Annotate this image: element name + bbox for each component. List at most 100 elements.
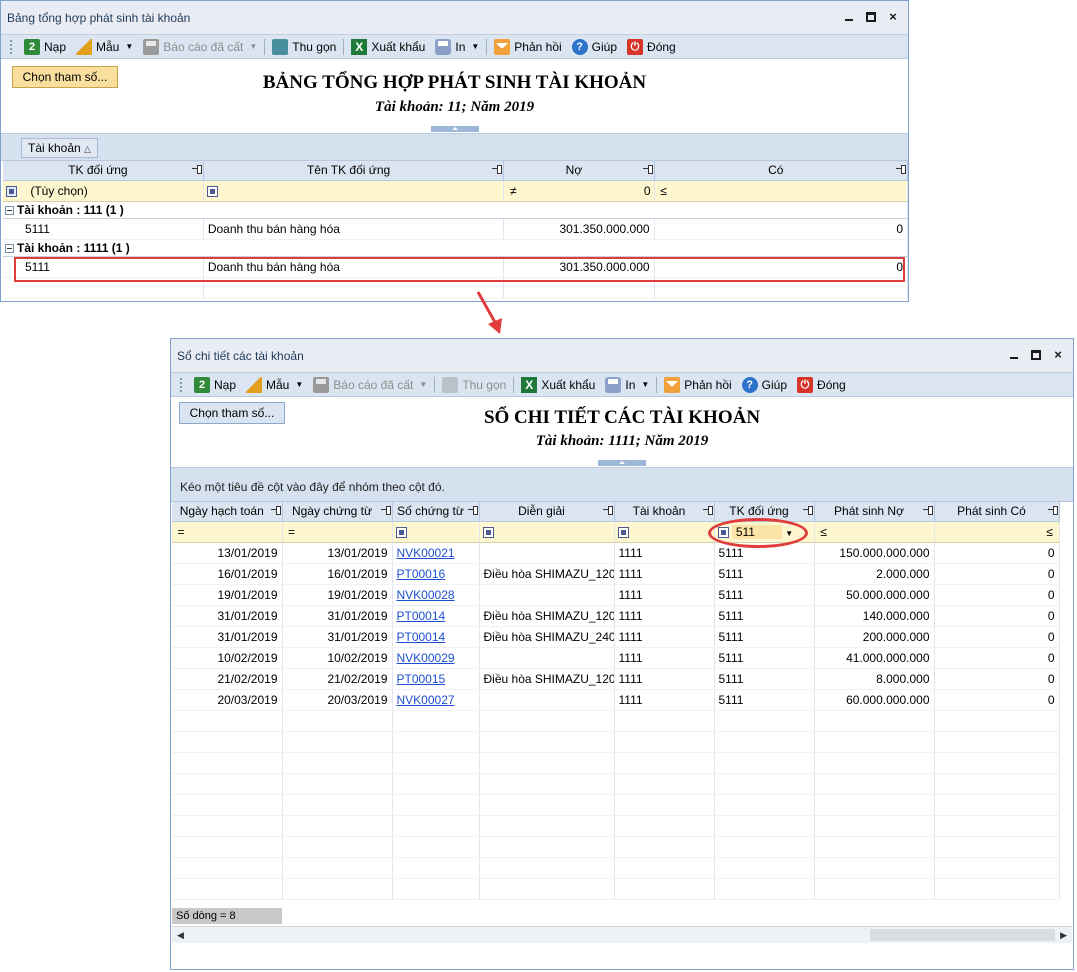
cell-tk: 1111 [614,626,715,648]
col-header-tai-khoan[interactable]: Tài khoản [614,502,715,522]
saved-reports-button[interactable]: Báo cáo đã cất ▼ [138,36,262,58]
empty-row [172,752,1060,774]
voucher-link[interactable]: NVK00029 [397,651,455,665]
window-title: Bảng tổng hợp phát sinh tài khoản [7,10,191,25]
pin-icon[interactable] [802,506,813,515]
voucher-link[interactable]: NVK00027 [397,693,455,707]
col-header-tk-doi-ung[interactable]: TK đối ứng [3,161,204,181]
template-button[interactable]: Mẫu ▼ [71,36,138,58]
col-header-ten-tk[interactable]: Tên TK đối ứng [203,161,505,181]
pin-icon[interactable] [270,506,281,515]
cell-ngay-ct: 31/01/2019 [282,605,393,627]
pin-icon[interactable] [191,165,202,174]
group-row[interactable]: Tài khoản : 111 (1 ) [3,201,908,219]
col-header-phat-sinh-no[interactable]: Phát sinh Nợ [814,502,935,522]
toolbar-grip[interactable] [179,376,183,393]
table-row[interactable]: 10/02/2019 10/02/2019 NVK00029 1111 5111 41.0… [172,647,1060,669]
print-button[interactable]: In ▼ [430,36,484,58]
collapse-button[interactable]: Thu gọn [267,36,341,58]
cell-tk-du: 5111 [714,563,815,585]
pin-icon[interactable] [602,506,613,515]
col-header-dien-giai[interactable]: Diễn giải [479,502,615,522]
reload-button[interactable]: 2 Nạp [189,374,241,396]
filter-ngay-chung-tu[interactable]: = [282,521,393,543]
minimize-button[interactable] [1007,348,1021,362]
feedback-button[interactable]: Phản hồi [489,36,566,58]
pin-icon[interactable] [467,506,478,515]
help-button[interactable]: ? Giúp [737,374,792,396]
horizontal-scrollbar[interactable]: ◀ ▶ [172,926,1072,943]
saved-reports-button[interactable]: Báo cáo đã cất ▼ [308,374,432,396]
reload-button[interactable]: 2 Nạp [19,36,71,58]
group-chip-account[interactable]: Tài khoản △ [21,138,98,158]
filter-ngay-hach-toan[interactable]: = [172,521,283,543]
export-button[interactable]: X Xuất khẩu [516,374,600,396]
close-window-button[interactable]: × [886,10,900,24]
collapse-group-icon[interactable] [5,205,14,215]
cell-so-ct: NVK00029 [392,647,480,669]
filter-tk-doi-ung[interactable]: (Tùy chọn) [3,180,204,202]
col-header-so-chung-tu[interactable]: Số chứng từ [392,502,480,522]
toolbar-grip[interactable] [9,38,13,55]
feedback-button[interactable]: Phản hồi [659,374,736,396]
filter-co[interactable]: ≤ [654,180,909,202]
minimize-button[interactable] [842,10,856,24]
filter-no[interactable]: ≠ 0 [503,180,655,202]
table-row[interactable]: 13/01/2019 13/01/2019 NVK00021 1111 5111 150.… [172,542,1060,564]
col-header-no[interactable]: Nợ [503,161,655,181]
close-button[interactable]: ⏻ Đóng [622,36,681,58]
refresh-icon: 2 [24,38,40,55]
voucher-link[interactable]: PT00016 [397,567,446,581]
splitter-handle[interactable] [430,126,479,132]
pin-icon[interactable] [922,506,933,515]
voucher-link[interactable]: NVK00028 [397,588,455,602]
table-row[interactable]: 19/01/2019 19/01/2019 NVK00028 1111 5111 50.0… [172,584,1060,606]
pin-icon[interactable] [492,165,503,174]
table-row[interactable]: 16/01/2019 16/01/2019 PT00016 Điều hòa SHIM… [172,563,1060,585]
cell-ngay-ct: 20/03/2019 [282,689,393,711]
filter-ten-tk[interactable] [203,180,505,202]
pin-icon[interactable] [896,165,906,174]
table-row[interactable]: 21/02/2019 21/02/2019 PT00015 Điều hòa SHIM… [172,668,1060,690]
scroll-right-icon[interactable]: ▶ [1060,930,1067,941]
filter-phat-sinh-no[interactable]: ≤ [814,521,935,543]
maximize-button[interactable] [864,10,878,24]
group-row[interactable]: Tài khoản : 1111 (1 ) [3,239,908,257]
help-button[interactable]: ? Giúp [567,36,622,58]
filter-so-chung-tu[interactable] [392,521,480,543]
table-row[interactable]: 31/01/2019 31/01/2019 PT00014 Điều hòa SHIM… [172,626,1060,648]
col-header-phat-sinh-co[interactable]: Phát sinh Có [934,502,1060,522]
cell-dien-giai [479,542,615,564]
close-window-button[interactable]: × [1051,348,1065,362]
maximize-button[interactable] [1029,348,1043,362]
scroll-left-icon[interactable]: ◀ [177,930,184,941]
empty-row [172,878,1060,900]
scroll-thumb[interactable] [870,929,1055,941]
splitter-handle[interactable] [598,460,646,466]
export-button[interactable]: X Xuất khẩu [346,36,430,58]
cell-dien-giai [479,584,615,606]
template-button[interactable]: Mẫu ▼ [241,374,308,396]
filter-phat-sinh-co[interactable]: ≤ [934,521,1060,543]
collapse-button[interactable]: Thu gọn [437,374,511,396]
close-button[interactable]: ⏻ Đóng [792,374,851,396]
col-header-ngay-hach-toan[interactable]: Ngày hạch toán [172,502,283,522]
collapse-group-icon[interactable] [5,243,14,253]
cell-dien-giai [479,689,615,711]
voucher-link[interactable]: PT00014 [397,609,446,623]
col-header-ngay-chung-tu[interactable]: Ngày chứng từ [282,502,393,522]
table-row[interactable]: 31/01/2019 31/01/2019 PT00014 Điều hòa SHIM… [172,605,1060,627]
voucher-link[interactable]: PT00014 [397,630,446,644]
voucher-link[interactable]: PT00015 [397,672,446,686]
pin-icon[interactable] [642,165,653,174]
pin-icon[interactable] [1047,506,1058,515]
filter-tai-khoan[interactable] [614,521,715,543]
table-row[interactable]: 20/03/2019 20/03/2019 NVK00027 1111 5111 60.0… [172,689,1060,711]
filter-dien-giai[interactable] [479,521,615,543]
col-header-co[interactable]: Có [654,161,909,181]
table-row[interactable]: 5111 Doanh thu bán hàng hóa 301.350.000.… [3,218,909,240]
print-button[interactable]: In ▼ [600,374,654,396]
pin-icon[interactable] [380,506,391,515]
pin-icon[interactable] [702,506,713,515]
voucher-link[interactable]: NVK00021 [397,546,455,560]
